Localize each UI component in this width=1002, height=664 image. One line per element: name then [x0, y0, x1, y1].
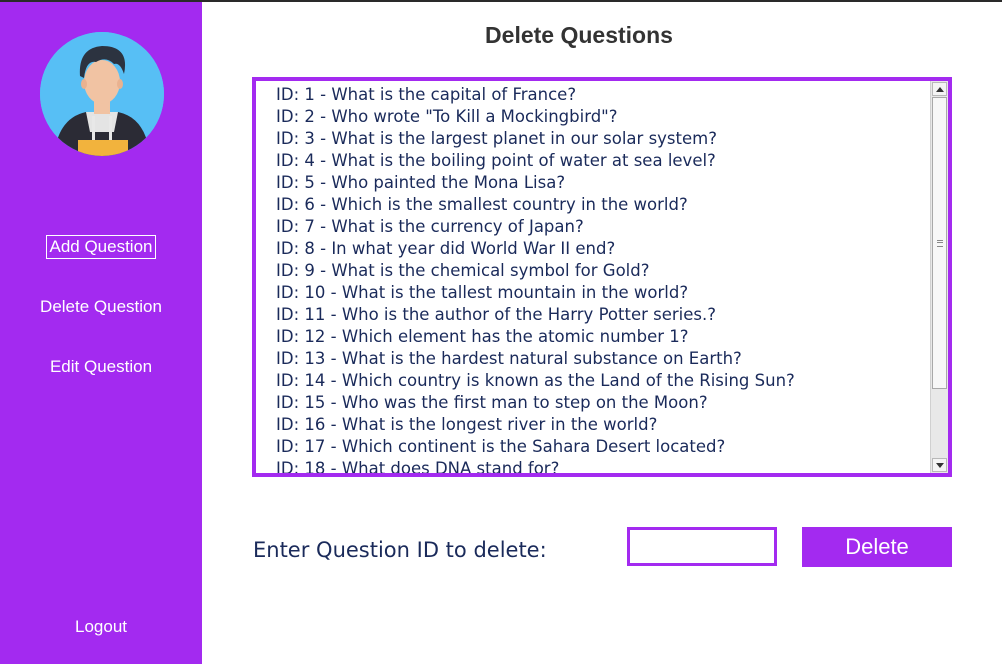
list-item[interactable]: ID: 2 - Who wrote "To Kill a Mockingbird…	[276, 106, 930, 128]
delete-id-label: Enter Question ID to delete:	[253, 538, 547, 562]
question-id-input[interactable]	[627, 527, 777, 566]
list-item[interactable]: ID: 5 - Who painted the Mona Lisa?	[276, 172, 930, 194]
list-item[interactable]: ID: 4 - What is the boiling point of wat…	[276, 150, 930, 172]
list-item[interactable]: ID: 12 - Which element has the atomic nu…	[276, 326, 930, 348]
questions-list-content: ID: 1 - What is the capital of France? ID…	[256, 81, 930, 473]
list-item[interactable]: ID: 6 - Which is the smallest country in…	[276, 194, 930, 216]
list-item[interactable]: ID: 13 - What is the hardest natural sub…	[276, 348, 930, 370]
logout-button[interactable]: Logout	[0, 616, 202, 638]
list-item[interactable]: ID: 1 - What is the capital of France?	[276, 84, 930, 106]
sidebar: Add Question Delete Question Edit Questi…	[0, 2, 202, 664]
questions-list[interactable]: ID: 1 - What is the capital of France? ID…	[252, 77, 952, 477]
sidebar-item-add-question[interactable]: Add Question	[0, 235, 202, 259]
list-item[interactable]: ID: 9 - What is the chemical symbol for …	[276, 260, 930, 282]
scrollbar-thumb[interactable]	[932, 97, 947, 389]
delete-button[interactable]: Delete	[802, 527, 952, 567]
page-title: Delete Questions	[485, 22, 673, 48]
sidebar-item-edit-question[interactable]: Edit Question	[0, 356, 202, 378]
list-item[interactable]: ID: 7 - What is the currency of Japan?	[276, 216, 930, 238]
scroll-up-button[interactable]	[932, 82, 947, 96]
scroll-down-button[interactable]	[932, 458, 947, 472]
logout-label: Logout	[75, 617, 127, 636]
user-avatar-icon	[40, 32, 164, 156]
list-item[interactable]: ID: 8 - In what year did World War II en…	[276, 238, 930, 260]
list-item[interactable]: ID: 17 - Which continent is the Sahara D…	[276, 436, 930, 458]
list-item[interactable]: ID: 18 - What does DNA stand for?	[276, 458, 930, 473]
sidebar-item-label: Edit Question	[49, 357, 153, 376]
list-item[interactable]: ID: 10 - What is the tallest mountain in…	[276, 282, 930, 304]
vertical-scrollbar[interactable]	[930, 81, 948, 473]
list-item[interactable]: ID: 14 - Which country is known as the L…	[276, 370, 930, 392]
list-item[interactable]: ID: 16 - What is the longest river in th…	[276, 414, 930, 436]
sidebar-item-label: Delete Question	[40, 297, 162, 316]
list-item[interactable]: ID: 15 - Who was the first man to step o…	[276, 392, 930, 414]
sidebar-item-label: Add Question	[46, 235, 156, 259]
sidebar-item-delete-question[interactable]: Delete Question	[0, 296, 202, 318]
list-item[interactable]: ID: 11 - Who is the author of the Harry …	[276, 304, 930, 326]
list-item[interactable]: ID: 3 - What is the largest planet in ou…	[276, 128, 930, 150]
